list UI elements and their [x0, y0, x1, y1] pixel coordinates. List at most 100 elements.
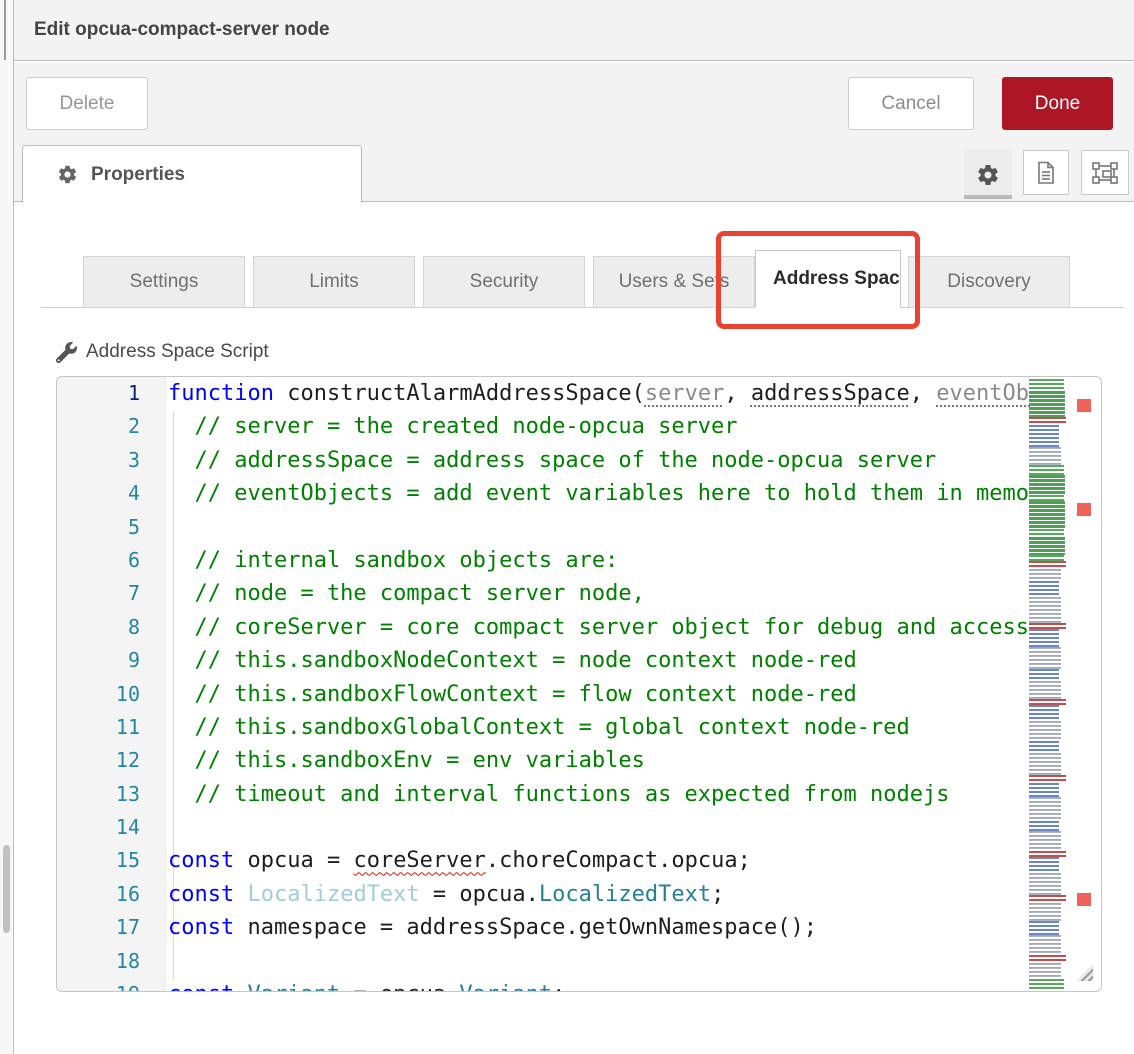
code-line: function constructAlarmAddressSpace(serv… — [168, 377, 1031, 410]
minimap-segment — [1029, 537, 1065, 555]
address-space-script-label: Address Space Script — [56, 341, 269, 363]
tab-address-space[interactable]: Address Space — [755, 250, 901, 308]
minimap-segment — [1029, 955, 1066, 963]
line-number: 13 — [57, 778, 167, 811]
line-number: 15 — [57, 844, 167, 877]
tab-security[interactable]: Security — [423, 256, 585, 308]
edit-node-dialog: Edit opcua-compact-server node Delete Ca… — [13, 0, 1134, 1054]
minimap-segment — [1029, 501, 1065, 529]
line-number: 5 — [57, 511, 167, 544]
tab-properties[interactable]: Properties — [22, 145, 362, 203]
minimap-segment — [1029, 647, 1061, 669]
delete-button[interactable]: Delete — [26, 77, 148, 130]
dialog-button-bar: Delete Cancel Done — [14, 62, 1134, 141]
tab-properties-label: Properties — [91, 164, 185, 186]
code-line: // addressSpace = address space of the n… — [168, 444, 1031, 477]
code-line: // eventObjects = add event variables he… — [168, 477, 1031, 510]
minimap-segment — [1029, 963, 1061, 979]
description-icon — [1035, 161, 1057, 185]
tab-discovery[interactable]: Discovery — [908, 256, 1070, 308]
minimap-segment — [1029, 921, 1059, 935]
backdrop-scrollbar-thumb[interactable] — [3, 845, 10, 933]
minimap-segment — [1029, 705, 1059, 721]
minimap-segment — [1029, 629, 1059, 647]
line-number: 16 — [57, 878, 167, 911]
address-space-script-editor[interactable]: 12345678910111213141516171819 function c… — [56, 376, 1102, 992]
minimap-segment — [1029, 529, 1064, 537]
line-number: 1 — [57, 377, 167, 410]
done-button[interactable]: Done — [1002, 77, 1113, 130]
line-number: 3 — [57, 444, 167, 477]
editor-gutter: 12345678910111213141516171819 — [57, 377, 167, 991]
line-number: 4 — [57, 477, 167, 510]
backdrop-scroll-track — [4, 0, 6, 60]
minimap-segment — [1029, 417, 1066, 425]
editor-tab-row: Properties — [14, 141, 1134, 202]
dialog-title: Edit opcua-compact-server node — [34, 19, 330, 41]
code-line: // this.sandboxFlowContext = flow contex… — [168, 678, 1031, 711]
minimap-segment — [1029, 597, 1061, 623]
error-marker — [1077, 893, 1091, 906]
minimap-segment — [1029, 979, 1064, 992]
minimap-segment — [1029, 669, 1059, 681]
line-number: 8 — [57, 611, 167, 644]
minimap-segment — [1029, 425, 1059, 447]
code-line: // timeout and interval functions as exp… — [168, 778, 1031, 811]
line-number: 19 — [57, 978, 167, 992]
tab-settings[interactable]: Settings — [83, 256, 245, 308]
line-number: 2 — [57, 410, 167, 443]
description-icon-button[interactable] — [1023, 150, 1069, 195]
code-line — [168, 945, 1031, 978]
minimap-segment — [1029, 391, 1065, 417]
minimap-segment — [1029, 873, 1061, 895]
line-number: 12 — [57, 744, 167, 777]
appearance-icon-button[interactable] — [1081, 150, 1129, 195]
node-config-tabs: SettingsLimitsSecurityUsers & SetsAddres… — [41, 240, 1124, 308]
minimap-segment — [1029, 753, 1061, 775]
minimap-segment — [1029, 721, 1061, 741]
line-number: 14 — [57, 811, 167, 844]
minimap-segment — [1029, 465, 1064, 475]
dialog-header: Edit opcua-compact-server node — [14, 0, 1134, 61]
minimap-segment — [1029, 681, 1061, 699]
code-line — [168, 811, 1031, 844]
minimap-segment — [1029, 447, 1061, 465]
error-marker — [1077, 503, 1091, 516]
code-line: // this.sandboxEnv = env variables — [168, 744, 1031, 777]
minimap-segment — [1029, 569, 1061, 581]
cancel-button[interactable]: Cancel — [848, 77, 974, 130]
code-line: // this.sandboxNodeContext = node contex… — [168, 644, 1031, 677]
code-line: // server = the created node-opcua serve… — [168, 410, 1031, 443]
section-label-text: Address Space Script — [86, 341, 269, 363]
line-number: 11 — [57, 711, 167, 744]
minimap-segment — [1029, 783, 1059, 797]
editor-code-area[interactable]: function constructAlarmAddressSpace(serv… — [168, 377, 1031, 991]
line-number: 18 — [57, 945, 167, 978]
code-line: const LocalizedText = opcua.LocalizedTex… — [168, 878, 1031, 911]
line-number: 17 — [57, 911, 167, 944]
minimap-segment — [1029, 935, 1061, 955]
minimap-segment — [1029, 821, 1059, 831]
workspace-backdrop — [0, 0, 13, 1054]
minimap-segment — [1029, 379, 1064, 391]
line-number: 6 — [57, 544, 167, 577]
minimap-segment — [1029, 857, 1059, 873]
properties-icon-button[interactable] — [964, 150, 1012, 199]
minimap-segment — [1029, 775, 1066, 783]
editor-minimap[interactable] — [1029, 379, 1067, 989]
code-line — [168, 511, 1031, 544]
code-line: const opcua = coreServer.choreCompact.op… — [168, 844, 1031, 877]
wrench-icon — [56, 342, 77, 363]
gear-icon — [57, 164, 78, 185]
minimap-segment — [1029, 831, 1061, 851]
minimap-segment — [1029, 581, 1059, 597]
tab-limits[interactable]: Limits — [253, 256, 415, 308]
minimap-segment — [1029, 475, 1065, 495]
line-number: 10 — [57, 678, 167, 711]
minimap-segment — [1029, 895, 1066, 903]
minimap-segment — [1029, 903, 1061, 921]
tab-users-sets[interactable]: Users & Sets — [593, 256, 755, 308]
code-line: // this.sandboxGlobalContext = global co… — [168, 711, 1031, 744]
minimap-segment — [1029, 797, 1061, 821]
code-line: const Variant = opcua.Variant; — [168, 978, 1031, 991]
